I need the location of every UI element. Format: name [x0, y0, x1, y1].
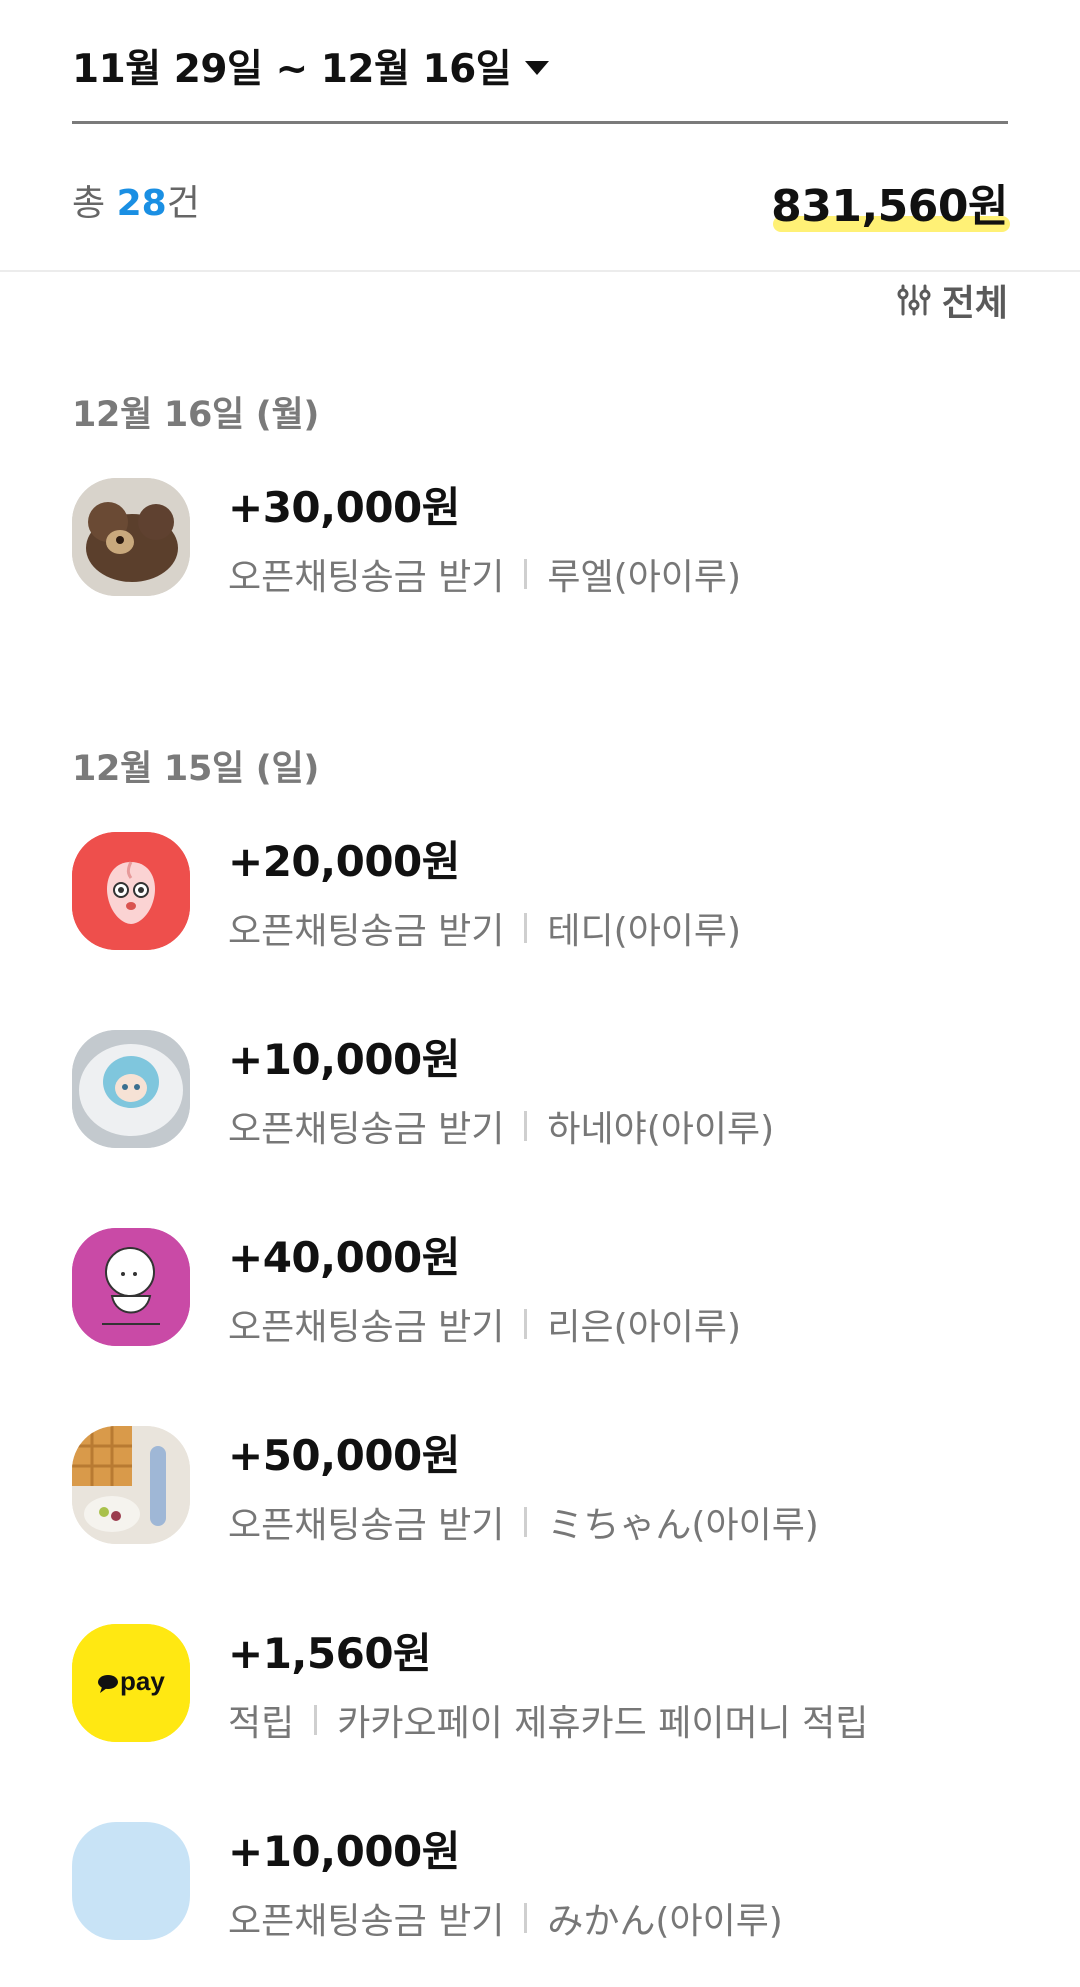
transaction-type: 오픈채팅송금 받기	[228, 1307, 505, 1348]
date-range-label: 11월 29일 ~ 12월 16일	[72, 47, 512, 92]
separator	[524, 559, 528, 589]
sketch-character-avatar	[72, 1228, 190, 1346]
transaction-item[interactable]: +10,000원 오픈채팅송금 받기 みかん(아이루)	[72, 1818, 1008, 1948]
transaction-counterparty: 카카오페이 제휴카드 페이머니 적립	[337, 1703, 869, 1744]
transaction-type: 오픈채팅송금 받기	[228, 911, 505, 952]
header-divider	[72, 121, 1008, 124]
transaction-description: 적립 카카오페이 제휴카드 페이머니 적립	[228, 1694, 868, 1746]
transaction-counterparty: ミちゃん(아이루)	[547, 1505, 819, 1546]
transaction-description: 오픈채팅송금 받기 하네야(아이루)	[228, 1100, 774, 1152]
food-photo-avatar	[72, 1426, 190, 1544]
transaction-item[interactable]: +30,000원 오픈채팅송금 받기 루엘(아이루)	[72, 474, 1008, 604]
transaction-item[interactable]: pay +1,560원 적립 카카오페이 제휴카드 페이머니 적립	[72, 1620, 1008, 1750]
transaction-description: 오픈채팅송금 받기 리은(아이루)	[228, 1298, 741, 1350]
transaction-amount: +40,000원	[228, 1233, 460, 1282]
transaction-amount: +1,560원	[228, 1629, 432, 1678]
date-header: 12월 15일 (일)	[72, 749, 320, 789]
separator	[314, 1705, 318, 1735]
summary-bar: 총 28건 831,560원	[72, 170, 1010, 240]
transaction-amount: +10,000원	[228, 1035, 460, 1084]
transaction-counterparty: 테디(아이루)	[547, 911, 742, 952]
transaction-counterparty: 리은(아이루)	[547, 1307, 742, 1348]
transaction-amount: +30,000원	[228, 483, 460, 532]
transaction-description: 오픈채팅송금 받기 みかん(아이루)	[228, 1892, 783, 1944]
transaction-count: 총 28건	[72, 174, 200, 226]
transaction-amount: +50,000원	[228, 1431, 460, 1480]
transaction-counterparty: 하네야(아이루)	[547, 1109, 775, 1150]
transaction-history-page: 11월 29일 ~ 12월 16일 총 28건 831,560원 전체 12월 …	[0, 0, 1080, 1987]
section-divider	[0, 270, 1080, 272]
total-amount-label: 831,560원	[771, 181, 1008, 232]
date-header: 12월 16일 (월)	[72, 395, 320, 435]
kakaopay-logo-avatar: pay	[72, 1624, 190, 1742]
filter-sliders-icon	[897, 284, 931, 316]
transaction-type: 오픈채팅송금 받기	[228, 1109, 505, 1150]
transaction-type: 오픈채팅송금 받기	[228, 1901, 505, 1942]
date-range-selector[interactable]: 11월 29일 ~ 12월 16일	[72, 38, 550, 94]
transaction-type: 오픈채팅송금 받기	[228, 1505, 505, 1546]
total-amount: 831,560원	[771, 170, 1010, 234]
transaction-item[interactable]: +40,000원 오픈채팅송금 받기 리은(아이루)	[72, 1224, 1008, 1354]
separator	[524, 1111, 528, 1141]
count-prefix: 총	[72, 183, 117, 224]
kakaopay-logo-text: pay	[120, 1666, 165, 1696]
blank-profile-avatar	[72, 1822, 190, 1940]
transaction-description: 오픈채팅송금 받기 루엘(아이루)	[228, 548, 741, 600]
anime-cake-avatar	[72, 1030, 190, 1148]
transaction-description: 오픈채팅송금 받기 테디(아이루)	[228, 902, 741, 954]
count-value: 28	[116, 183, 167, 224]
count-suffix: 건	[166, 183, 200, 224]
transaction-type: 적립	[228, 1703, 295, 1744]
transaction-item[interactable]: +50,000원 오픈채팅송금 받기 ミちゃん(아이루)	[72, 1422, 1008, 1552]
transaction-counterparty: みかん(아이루)	[547, 1901, 783, 1942]
separator	[524, 1309, 528, 1339]
transaction-type: 오픈채팅송금 받기	[228, 557, 505, 598]
bear-plush-avatar	[72, 478, 190, 596]
caret-down-icon	[525, 61, 550, 75]
transaction-description: 오픈채팅송금 받기 ミちゃん(아이루)	[228, 1496, 819, 1548]
separator	[524, 1903, 528, 1933]
separator	[524, 913, 528, 943]
transaction-item[interactable]: +20,000원 오픈채팅송금 받기 테디(아이루)	[72, 828, 1008, 958]
separator	[524, 1507, 528, 1537]
apeach-character-avatar	[72, 832, 190, 950]
filter-label: 전체	[941, 283, 1008, 324]
transaction-amount: +10,000원	[228, 1827, 460, 1876]
filter-button[interactable]: 전체	[896, 274, 1008, 326]
transaction-item[interactable]: +10,000원 오픈채팅송금 받기 하네야(아이루)	[72, 1026, 1008, 1156]
transaction-amount: +20,000원	[228, 837, 460, 886]
transaction-counterparty: 루엘(아이루)	[547, 557, 742, 598]
